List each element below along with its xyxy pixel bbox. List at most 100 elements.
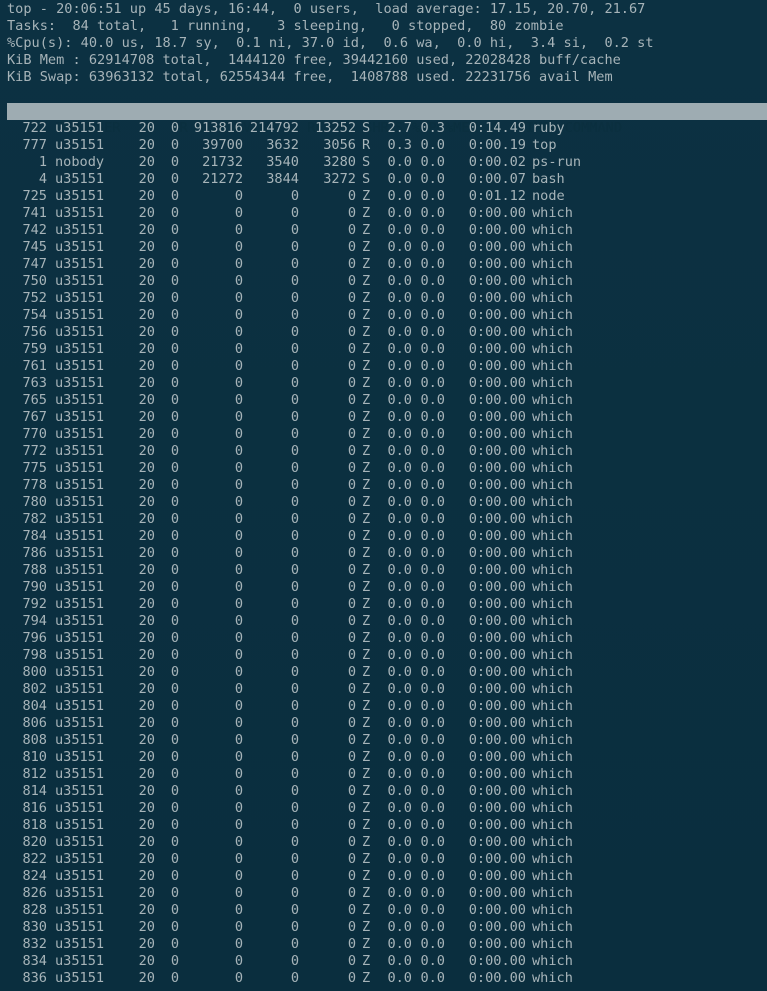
process-row: 782 u35151 20 0 0 0 0 Z 0.0 0.0 0:00.00 which: [7, 511, 767, 528]
command-cell: which: [532, 545, 573, 561]
command-cell: which: [532, 579, 573, 595]
res-cell: 0: [290, 817, 299, 833]
priority-cell: 20: [138, 834, 155, 850]
state-cell: Z: [362, 698, 371, 714]
priority-cell: 20: [138, 375, 155, 391]
user-cell: u35151: [55, 120, 105, 136]
virt-cell: 0: [234, 647, 243, 663]
user-cell: u35151: [55, 392, 105, 408]
pid-cell: 756: [22, 324, 47, 340]
state-cell: Z: [362, 222, 371, 238]
state-cell: Z: [362, 664, 371, 680]
shr-cell: 0: [347, 426, 356, 442]
state-cell: Z: [362, 613, 371, 629]
mem-cell: 0.0: [420, 919, 445, 935]
mem-cell: 0.0: [420, 494, 445, 510]
pid-cell: 775: [22, 460, 47, 476]
command-cell: which: [532, 443, 573, 459]
time-cell: 0:00.00: [468, 290, 526, 306]
process-row: 810 u35151 20 0 0 0 0 Z 0.0 0.0 0:00.00 which: [7, 749, 767, 766]
mem-cell: 0.0: [420, 749, 445, 765]
priority-cell: 20: [138, 664, 155, 680]
pid-cell: 761: [22, 358, 47, 374]
user-cell: u35151: [55, 341, 105, 357]
shr-cell: 0: [347, 919, 356, 935]
cpu-cell: 0.0: [387, 783, 412, 799]
process-row: 826 u35151 20 0 0 0 0 Z 0.0 0.0 0:00.00 which: [7, 885, 767, 902]
command-cell: which: [532, 205, 573, 221]
time-cell: 0:00.00: [468, 409, 526, 425]
cpu-cell: 0.0: [387, 324, 412, 340]
virt-cell: 0: [234, 919, 243, 935]
nice-cell: 0: [170, 596, 179, 612]
time-cell: 0:00.00: [468, 630, 526, 646]
command-cell: which: [532, 698, 573, 714]
priority-cell: 20: [138, 868, 155, 884]
nice-cell: 0: [170, 885, 179, 901]
state-cell: Z: [362, 256, 371, 272]
nice-cell: 0: [170, 460, 179, 476]
process-row: 800 u35151 20 0 0 0 0 Z 0.0 0.0 0:00.00 which: [7, 664, 767, 681]
res-cell: 0: [290, 783, 299, 799]
cpu-cell: 0.0: [387, 409, 412, 425]
cpu-cell: 0.0: [387, 953, 412, 969]
time-cell: 0:00.00: [468, 477, 526, 493]
shr-cell: 0: [347, 817, 356, 833]
nice-cell: 0: [170, 290, 179, 306]
shr-cell: 0: [347, 222, 356, 238]
res-cell: 0: [290, 528, 299, 544]
shr-cell: 0: [347, 443, 356, 459]
time-cell: 0:00.00: [468, 307, 526, 323]
nice-cell: 0: [170, 154, 179, 170]
shr-cell: 0: [347, 579, 356, 595]
terminal-window[interactable]: top - 20:06:51 up 45 days, 16:44, 0 user…: [0, 0, 767, 991]
mem-cell: 0.3: [420, 120, 445, 136]
pid-cell: 792: [22, 596, 47, 612]
state-cell: S: [362, 120, 371, 136]
shr-cell: 0: [347, 766, 356, 782]
state-cell: Z: [362, 307, 371, 323]
user-cell: u35151: [55, 426, 105, 442]
command-cell: which: [532, 460, 573, 476]
user-cell: u35151: [55, 647, 105, 663]
pid-cell: 725: [22, 188, 47, 204]
priority-cell: 20: [138, 511, 155, 527]
process-row: 747 u35151 20 0 0 0 0 Z 0.0 0.0 0:00.00 which: [7, 256, 767, 273]
time-cell: 0:00.00: [468, 834, 526, 850]
priority-cell: 20: [138, 256, 155, 272]
shr-cell: 0: [347, 681, 356, 697]
command-cell: which: [532, 868, 573, 884]
pid-cell: 786: [22, 545, 47, 561]
command-cell: which: [532, 647, 573, 663]
cpu-cell: 0.0: [387, 885, 412, 901]
shr-cell: 0: [347, 290, 356, 306]
virt-cell: 0: [234, 953, 243, 969]
process-row: 725 u35151 20 0 0 0 0 Z 0.0 0.0 0:01.12 node: [7, 188, 767, 205]
state-cell: S: [362, 154, 371, 170]
time-cell: 0:00.00: [468, 715, 526, 731]
process-row: 792 u35151 20 0 0 0 0 Z 0.0 0.0 0:00.00 which: [7, 596, 767, 613]
pid-cell: 804: [22, 698, 47, 714]
time-cell: 0:00.02: [468, 154, 526, 170]
res-cell: 0: [290, 902, 299, 918]
shr-cell: 0: [347, 205, 356, 221]
res-cell: 0: [290, 341, 299, 357]
shr-cell: 0: [347, 936, 356, 952]
nice-cell: 0: [170, 681, 179, 697]
pid-cell: 784: [22, 528, 47, 544]
pid-cell: 765: [22, 392, 47, 408]
virt-cell: 913816: [193, 120, 243, 136]
virt-cell: 0: [234, 715, 243, 731]
pid-cell: 800: [22, 664, 47, 680]
priority-cell: 20: [138, 579, 155, 595]
virt-cell: 0: [234, 698, 243, 714]
state-cell: Z: [362, 817, 371, 833]
shr-cell: 0: [347, 783, 356, 799]
res-cell: 0: [290, 834, 299, 850]
pid-cell: 772: [22, 443, 47, 459]
cpu-cell: 0.0: [387, 698, 412, 714]
res-cell: 0: [290, 630, 299, 646]
pid-cell: 747: [22, 256, 47, 272]
priority-cell: 20: [138, 851, 155, 867]
virt-cell: 0: [234, 613, 243, 629]
